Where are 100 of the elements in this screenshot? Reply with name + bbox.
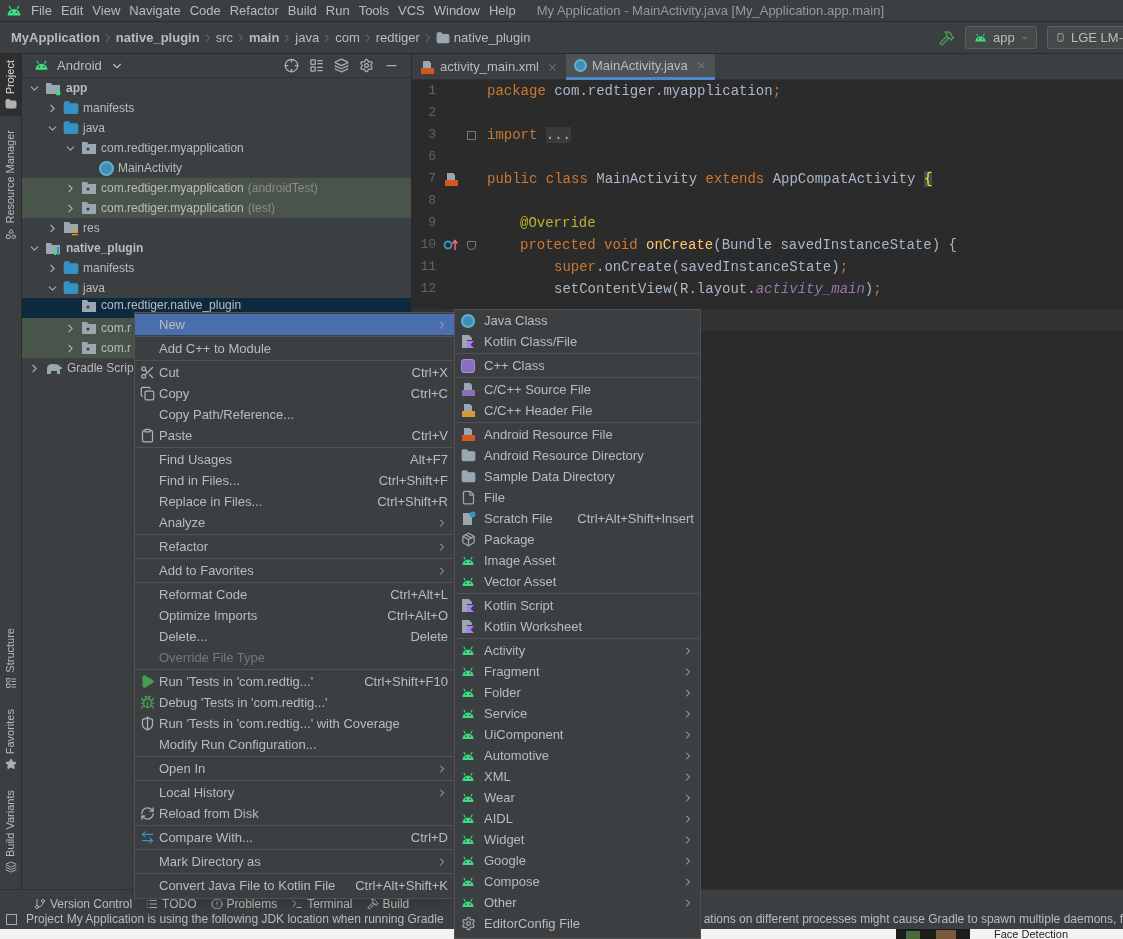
menu-item-label: Android Resource Directory: [484, 446, 644, 465]
tree-item-label: manifests: [83, 100, 135, 117]
menu-item-label: Local History: [159, 783, 235, 802]
menu-item-label: Copy Path/Reference...: [159, 405, 295, 424]
tree-item-label: com.redtiger.native_plugin: [101, 299, 242, 311]
menu-item-label: Run 'Tests in 'com.redtig...' with Coverage: [159, 714, 400, 733]
tree-item-label: com.redtiger.myapplication: [101, 200, 244, 217]
menu-item-label: Convert Java File to Kotlin File: [159, 876, 336, 895]
menu-item-label: Fragment: [484, 662, 540, 681]
menu-item-label: Image Asset: [484, 551, 556, 570]
tree-item-label: app: [66, 80, 88, 97]
menu-item-label: C++ Class: [484, 356, 545, 375]
menu-item-label: Find in Files...: [159, 471, 240, 490]
tree-item-suffix: (androidTest): [247, 180, 318, 197]
menu-item-label: Widget: [484, 830, 525, 849]
shortcut-label: Alt+F7: [410, 450, 448, 469]
code-line: @Override: [520, 213, 596, 233]
code-line: package com.redtiger.myapplication;: [487, 81, 782, 101]
menu-item-label: Analyze: [159, 513, 206, 532]
menu-item-label: Kotlin Class/File: [484, 332, 578, 351]
menu-item-label: Mark Directory as: [159, 852, 261, 871]
menu-item-label: Sample Data Directory: [484, 467, 615, 486]
menu-item-label: Reload from Disk: [159, 804, 259, 823]
line-number: 11: [419, 258, 436, 277]
menu-item-label: UiComponent: [484, 725, 564, 744]
tree-item-label: com.redtiger.myapplication: [101, 180, 244, 197]
menu-item-label: EditorConfig File: [484, 914, 581, 933]
line-number: 7: [427, 170, 436, 189]
menu-item-label: Find Usages: [159, 450, 232, 469]
menu-item-label: Override File Type: [159, 648, 265, 667]
code-line: public class MainActivity extends AppCompatActivity {: [487, 169, 933, 189]
tree-item-label: com.r: [101, 340, 131, 357]
tree-item-label: manifests: [83, 260, 135, 277]
line-number: 12: [419, 280, 436, 299]
line-number: 9: [427, 214, 436, 233]
menu-item-label: AIDL: [484, 809, 513, 828]
tree-item-label: MainActivity: [118, 160, 182, 177]
code-line: protected void onCreate(Bundle savedInstanceState) {: [520, 235, 957, 255]
window-title: My Application - MainActivity.java [My_Application.app.main]: [536, 1, 885, 20]
menu-item-label: Kotlin Script: [484, 596, 554, 615]
shortcut-label: Delete: [410, 627, 448, 646]
menu-item-label: New: [159, 315, 185, 334]
menu-item-label: C/C++ Header File: [484, 401, 593, 420]
window-label: Face Detection: [994, 929, 1068, 939]
menu-item-label: Debug 'Tests in 'com.redtig...': [159, 693, 328, 712]
tree-item-suffix: (test): [247, 200, 276, 217]
menu-item-label: Wear: [484, 788, 515, 807]
shortcut-label: Ctrl+V: [411, 426, 448, 445]
menu-item-label: C/C++ Source File: [484, 380, 591, 399]
menu-item-label: Modify Run Configuration...: [159, 735, 317, 754]
menu-item-label: Paste: [159, 426, 193, 445]
menu-item-label: Android Resource File: [484, 425, 613, 444]
menu-item-label: Google: [484, 851, 526, 870]
shortcut-label: Ctrl+Alt+O: [387, 606, 448, 625]
menu-item-label: Compose: [484, 872, 540, 891]
shortcut-label: Ctrl+Alt+Shift+Insert: [577, 509, 694, 528]
code-line: import ...: [487, 125, 572, 145]
menu-item-label: Package: [484, 530, 535, 549]
menu-item-label: Compare With...: [159, 828, 253, 847]
shortcut-label: Ctrl+C: [410, 384, 448, 403]
menu-item-label: Other: [484, 893, 517, 912]
menu-item-label: Replace in Files...: [159, 492, 263, 511]
menu-item-label: Automotive: [484, 746, 550, 765]
line-number: 6: [427, 148, 436, 167]
shortcut-label: Ctrl+Alt+Shift+K: [355, 876, 448, 895]
shortcut-label: Ctrl+D: [410, 828, 448, 847]
menu-item-label: XML: [484, 767, 511, 786]
code-line: super.onCreate(savedInstanceState);: [554, 257, 849, 277]
line-number: 1: [427, 82, 436, 101]
shortcut-label: Ctrl+X: [411, 363, 448, 382]
code-line: setContentView(R.layout.activity_main);: [554, 279, 882, 299]
menu-item-label: Java Class: [484, 311, 548, 330]
menu-item-label: Vector Asset: [484, 572, 557, 591]
tree-item-label: com.redtiger.myapplication: [101, 140, 244, 157]
shortcut-label: Ctrl+Shift+F: [378, 471, 448, 490]
tree-item-label: java: [83, 120, 105, 137]
menu-item-label: Activity: [484, 641, 526, 660]
status-message: ations on different processes might cause Gradle to spawn multiple daemons, f: [703, 911, 1123, 928]
tree-item-label: Gradle Scrip: [67, 360, 134, 377]
menu-item-label: Reformat Code: [159, 585, 248, 604]
shortcut-label: Ctrl+Shift+R: [377, 492, 448, 511]
tree-item-label: com.r: [101, 320, 131, 337]
line-number: 2: [427, 104, 436, 123]
menu-item-label: Scratch File: [484, 509, 553, 528]
menu-item-label: Add to Favorites: [159, 561, 254, 580]
shortcut-label: Ctrl+Alt+L: [390, 585, 448, 604]
menu-item-label: Optimize Imports: [159, 606, 258, 625]
menu-item-label: Add C++ to Module: [159, 339, 272, 358]
menu-item-label: Service: [484, 704, 528, 723]
line-number: 3: [427, 126, 436, 145]
status-message: Project My Application is using the following JDK location when running Gradle: [26, 911, 444, 928]
menu-item-label: Kotlin Worksheet: [484, 617, 583, 636]
line-number: 8: [427, 192, 436, 211]
tree-item-label: native_plugin: [66, 240, 144, 257]
menu-item-label: Folder: [484, 683, 521, 702]
menu-item-label: Copy: [159, 384, 190, 403]
line-number: 10: [419, 236, 436, 255]
shortcut-label: Ctrl+Shift+F10: [364, 672, 448, 691]
menu-item-label: File: [484, 488, 505, 507]
menu-item-label: Run 'Tests in 'com.redtig...': [159, 672, 314, 691]
